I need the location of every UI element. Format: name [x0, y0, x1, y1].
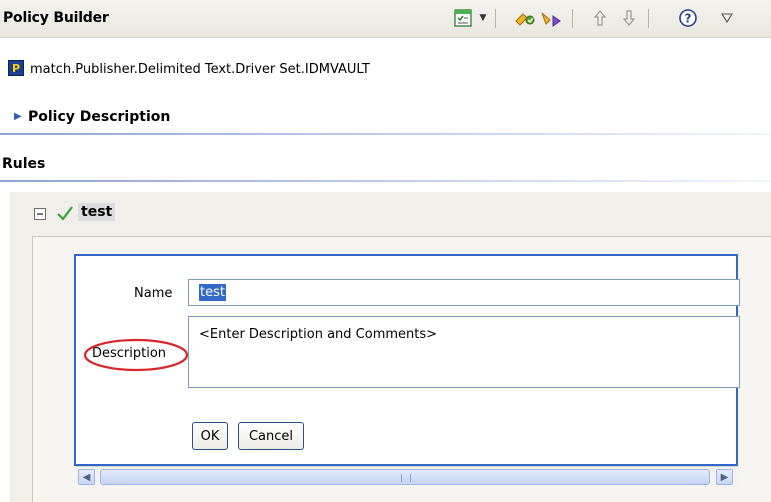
toolbar-separator [572, 9, 573, 28]
toolbar-separator [648, 9, 649, 28]
policy-icon: P [8, 60, 24, 76]
scroll-grip [401, 474, 411, 482]
ok-button[interactable]: OK [192, 422, 228, 450]
svg-text:?: ? [685, 12, 692, 26]
rule-name[interactable]: test [78, 203, 116, 221]
section-divider [0, 133, 771, 135]
view-menu-icon[interactable] [720, 7, 734, 29]
collapse-icon[interactable] [34, 208, 46, 220]
description-placeholder: <Enter Description and Comments> [199, 327, 438, 342]
dropdown-arrow-icon[interactable]: ▼ [477, 7, 489, 29]
horizontal-scrollbar[interactable]: ◀ ▶ [76, 466, 738, 486]
name-label: Name [134, 286, 173, 301]
add-rule-icon[interactable] [514, 7, 536, 29]
policy-path: match.Publisher.Delimited Text.Driver Se… [30, 62, 370, 77]
name-field[interactable]: test [188, 279, 740, 306]
title-bar: Policy Builder ▼ ? [0, 0, 771, 38]
policy-description-header[interactable]: Policy Description [28, 109, 170, 125]
rule-header: test [10, 192, 771, 236]
description-field[interactable]: <Enter Description and Comments> [188, 316, 740, 388]
scroll-thumb[interactable] [100, 469, 710, 485]
move-down-icon[interactable] [620, 7, 638, 29]
rule-group-icon[interactable] [540, 7, 564, 29]
rules-header: Rules [2, 156, 46, 172]
cancel-button[interactable]: Cancel [238, 422, 304, 450]
scroll-right-icon[interactable]: ▶ [716, 469, 733, 485]
expand-arrow-icon[interactable]: ▶ [14, 111, 22, 122]
toolbar-separator [495, 9, 496, 28]
help-icon[interactable]: ? [677, 7, 699, 29]
app-title: Policy Builder [3, 10, 109, 26]
annotation-circle [83, 338, 189, 372]
policy-description-section: ▶ Policy Description [0, 109, 771, 137]
move-up-icon[interactable] [591, 7, 609, 29]
check-icon [57, 206, 73, 221]
name-field-value: test [199, 284, 226, 301]
edit-list-icon[interactable] [452, 7, 474, 29]
section-divider [0, 180, 771, 182]
rules-section: Rules [0, 156, 771, 184]
scroll-left-icon[interactable]: ◀ [78, 469, 95, 485]
